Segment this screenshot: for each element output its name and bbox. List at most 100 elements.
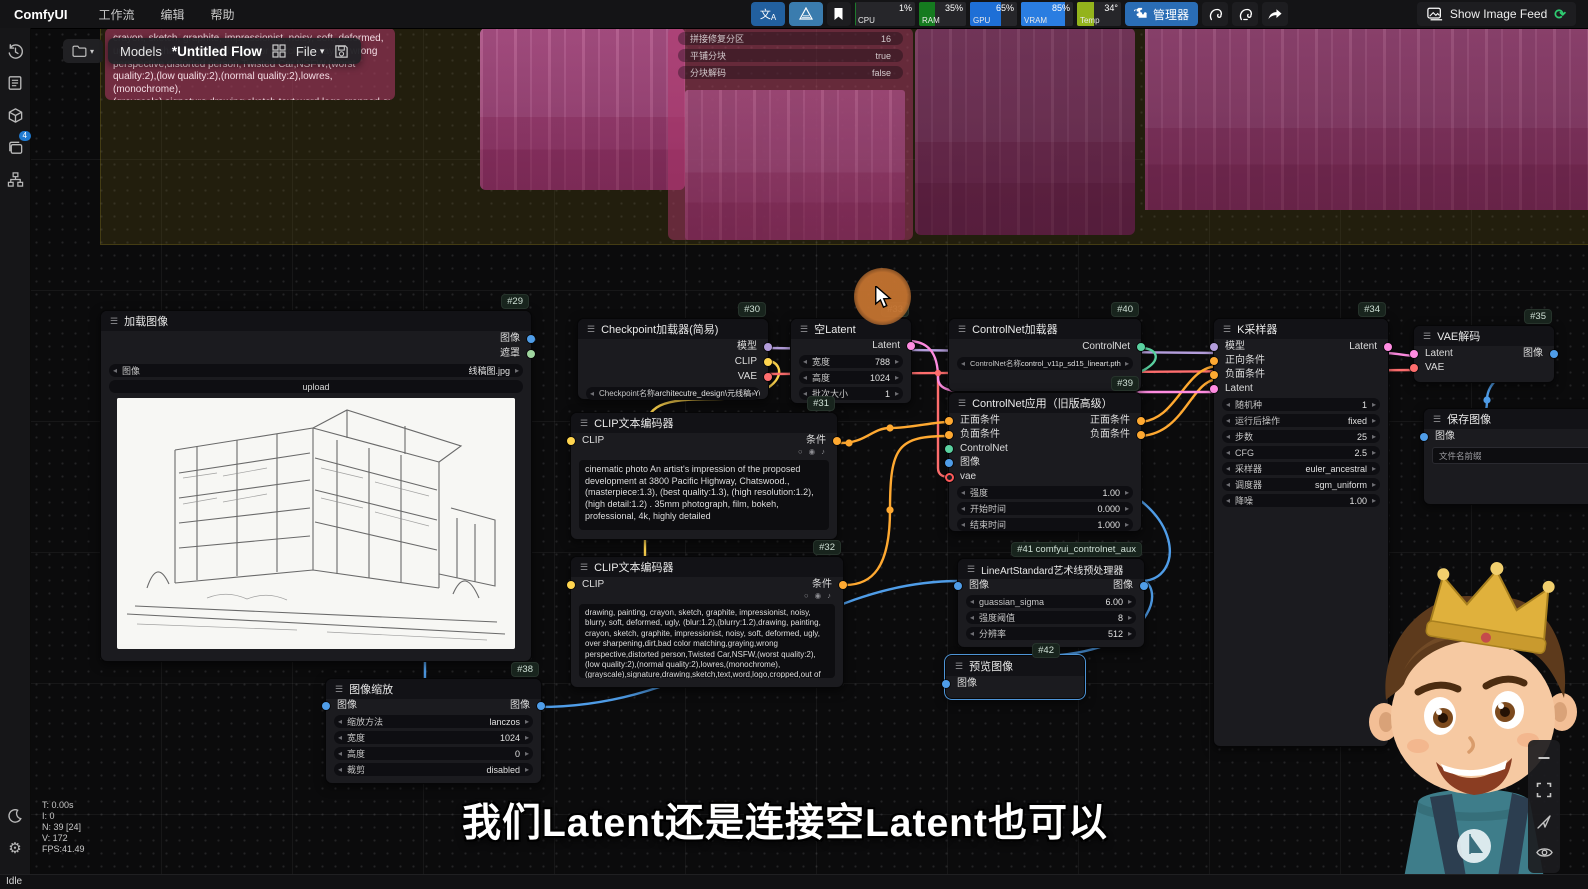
port-dot-latent[interactable] [907,342,915,350]
port-dot-conditioning[interactable] [833,437,841,445]
widget-checkpoint-name[interactable]: Checkpoint名称architecutre_design\元线稿-Yuan… [586,387,760,400]
output-controlnet[interactable]: ControlNet [949,340,1141,354]
theme-toggle-button[interactable] [2,803,28,829]
port-dot-image[interactable] [942,680,950,688]
node-empty-latent[interactable]: #33 空Latent Latent 宽度788 高度1024 批次大小1 [790,318,912,404]
file-menu[interactable]: File▾ [296,44,324,59]
port-dot-vae[interactable] [764,373,772,381]
node-title[interactable]: 加载图像 [101,311,531,331]
notify-horn-button-1[interactable] [1202,2,1228,26]
port-dot-clip[interactable] [764,358,772,366]
port-dot-clip[interactable] [567,437,575,445]
port-dot-model[interactable] [1210,343,1218,351]
node-controlnet-apply[interactable]: #39 ControlNet应用（旧版高级） 正面条件 正面条件 负面条件 负面… [948,392,1142,532]
model-library-button[interactable] [2,102,28,128]
port-dot-clip[interactable] [567,581,575,589]
input-positive[interactable]: 正向条件 [1214,354,1388,367]
port-dot-image[interactable] [1420,433,1428,441]
output-image[interactable]: 图像 [101,332,531,346]
node-clip-encode-positive[interactable]: #31 CLIP文本编码器 CLIP 条件 cinematic photo An… [570,412,838,540]
port-row[interactable]: CLIP 条件 [571,434,837,448]
widget-control-icons[interactable] [581,449,827,458]
port-dot-negative[interactable] [1210,371,1218,379]
widget-start[interactable]: 开始时间0.000 [957,502,1133,515]
widget-denoise[interactable]: 降噪1.00 [1222,494,1380,507]
models-menu[interactable]: Models [120,44,162,59]
input-latent[interactable]: Latent [1214,382,1388,395]
notify-horn-button-2[interactable] [1232,2,1258,26]
node-title[interactable]: LineArtStandard艺术线预处理器 [958,559,1144,579]
port-dot-image[interactable] [527,335,535,343]
workspace-button[interactable] [789,2,823,26]
node-clip-encode-negative[interactable]: #32 CLIP文本编码器 CLIP 条件 drawing, painting,… [570,556,844,688]
widget-sampler[interactable]: 采样器euler_ancestral [1222,462,1380,475]
port-dot-controlnet[interactable] [945,445,953,453]
manager-button[interactable]: 管理器 [1125,2,1198,26]
widget-end[interactable]: 结束时间1.000 [957,518,1133,531]
port-dot-positive-out[interactable] [1137,417,1145,425]
show-image-feed-button[interactable]: Show Image Feed ⟳ [1417,2,1576,26]
upload-button[interactable]: upload [109,380,523,393]
node-title[interactable]: ControlNet应用（旧版高级） [949,393,1141,413]
widget-scheduler[interactable]: 调度器sgm_uniform [1222,478,1380,491]
widget-resolution[interactable]: 分辨率512 [966,627,1136,640]
menu-edit[interactable]: 编辑 [160,6,184,23]
settings-button[interactable]: ⚙ [2,835,28,861]
input-controlnet[interactable]: ControlNet [949,442,1141,455]
toggle-visibility-button[interactable] [1536,846,1553,864]
translate-button[interactable]: 文A [751,2,785,26]
widget-crop[interactable]: 裁剪disabled [334,763,533,776]
zoom-out-button[interactable] [1536,750,1552,771]
port-dot-mask[interactable] [527,350,535,358]
widget-strength[interactable]: 强度1.00 [957,486,1133,499]
refresh-icon[interactable]: ⟳ [1554,6,1566,23]
filename-prefix-input[interactable]: 文件名前缀 [1432,447,1588,464]
port-dot-model[interactable] [764,343,772,351]
port-row[interactable]: 图像 图像 [958,580,1144,592]
node-title[interactable]: CLIP文本编码器 [571,557,843,577]
bookmark-button[interactable] [827,2,851,26]
prompt-text-negative[interactable]: drawing, painting, crayon, sketch, graph… [579,604,835,678]
port-row[interactable]: CLIP 条件 [571,578,843,592]
faded-image-preview-1[interactable] [480,28,685,190]
history-button[interactable] [2,38,28,64]
node-title[interactable]: CLIP文本编码器 [571,413,837,433]
widget-steps[interactable]: 步数25 [1222,430,1380,443]
node-title[interactable]: 图像缩放 [326,679,541,699]
port-row[interactable]: 图像 图像 [326,700,541,712]
output-mask[interactable]: 遮罩 [101,347,531,361]
port-dot-image[interactable] [945,459,953,467]
node-checkpoint-loader[interactable]: #30 Checkpoint加载器(简易) 模型 CLIP VAE Checkp… [577,318,769,400]
widget-height[interactable]: 高度1024 [799,371,903,384]
port-row[interactable]: 模型 Latent [1214,340,1388,353]
widget-height[interactable]: 高度0 [334,747,533,760]
queue-button[interactable]: 4 [2,134,28,160]
port-row[interactable]: 负面条件 负面条件 [949,428,1141,441]
port-dot-latent[interactable] [1410,350,1418,358]
port-dot-controlnet[interactable] [1137,343,1145,351]
widget-width[interactable]: 宽度1024 [334,731,533,744]
input-vae[interactable]: VAE [1414,361,1554,374]
port-dot-negative[interactable] [945,431,953,439]
node-load-image[interactable]: #29 加载图像 图像 遮罩 图像线稿图.jpg upload [100,310,532,662]
port-dot-vae[interactable] [945,473,954,482]
output-vae[interactable]: VAE [578,370,768,384]
node-image-scale[interactable]: #38 图像缩放 图像 图像 缩放方法lanczos 宽度1024 高度0 裁剪… [325,678,542,784]
port-dot-positive[interactable] [945,417,953,425]
widget-seed[interactable]: 随机种1 [1222,398,1380,411]
input-image[interactable]: 图像 [949,456,1141,469]
faded-widget[interactable]: 平铺分块true [678,49,903,62]
input-negative[interactable]: 负面条件 [1214,368,1388,381]
workflows-button[interactable] [2,166,28,192]
widget-intensity-threshold[interactable]: 强度阈值8 [966,611,1136,624]
output-model[interactable]: 模型 [578,340,768,354]
widget-cfg[interactable]: CFG2.5 [1222,446,1380,459]
node-library-button[interactable] [2,70,28,96]
port-dot-latent-out[interactable] [1384,343,1392,351]
input-image[interactable]: 图像 [1424,430,1588,444]
port-dot-image-in[interactable] [322,702,330,710]
faded-widget[interactable]: 拼接修复分区16 [678,32,903,45]
node-title[interactable]: 保存图像 [1424,409,1588,429]
widget-upscale-method[interactable]: 缩放方法lanczos [334,715,533,728]
faded-node-vae-settings[interactable]: 拼接修复分区16 平铺分块true 分块解码false [668,28,913,240]
